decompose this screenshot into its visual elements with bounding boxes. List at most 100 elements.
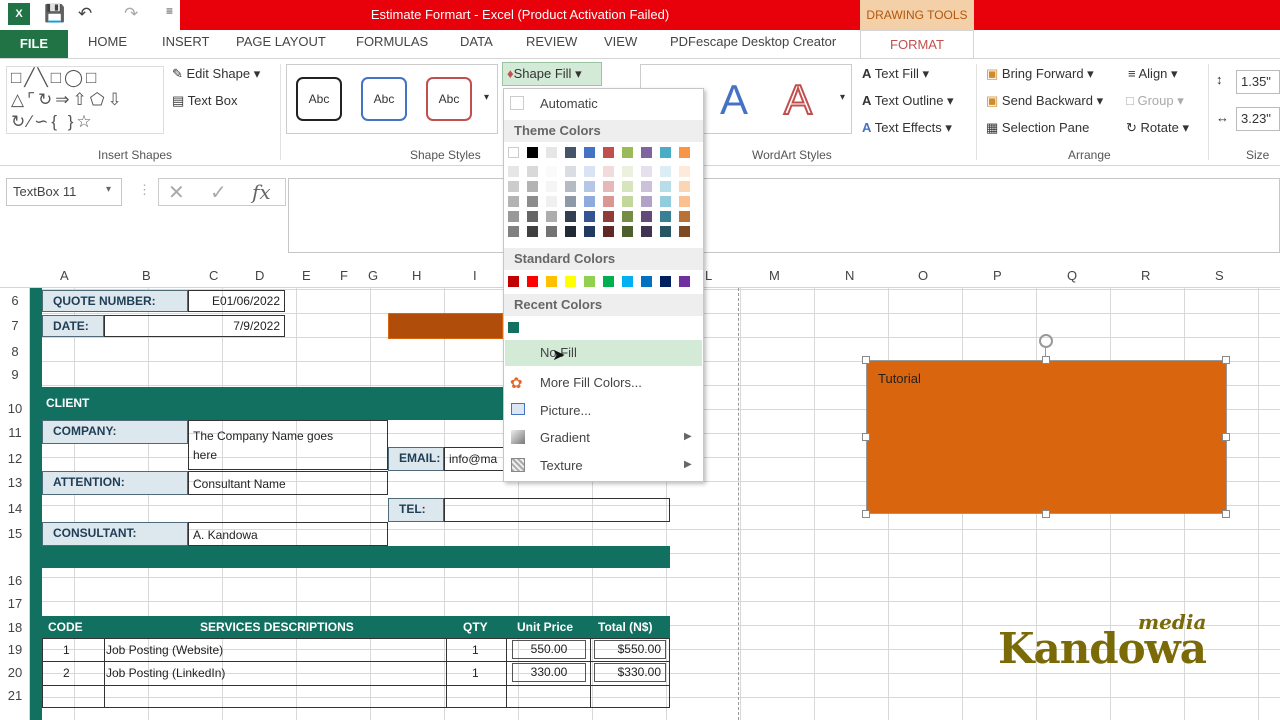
theme-shade-swatch[interactable] bbox=[546, 196, 557, 207]
formula-input[interactable] bbox=[288, 178, 1280, 253]
enter-icon[interactable]: ✓ bbox=[210, 180, 227, 205]
theme-shade-swatch[interactable] bbox=[565, 211, 576, 222]
consultant-cell[interactable]: A. Kandowa bbox=[188, 522, 388, 546]
resize-handle[interactable] bbox=[1042, 510, 1050, 518]
col-c[interactable]: C bbox=[209, 268, 218, 283]
standard-color-swatch[interactable] bbox=[622, 276, 633, 287]
row-header[interactable]: 9 bbox=[0, 367, 30, 382]
theme-shade-swatch[interactable] bbox=[584, 226, 595, 237]
col-d[interactable]: D bbox=[255, 268, 264, 283]
shape-width-input[interactable]: 3.23" bbox=[1236, 107, 1280, 131]
theme-shade-swatch[interactable] bbox=[603, 226, 614, 237]
tab-view[interactable]: VIEW bbox=[604, 34, 637, 49]
row-header[interactable]: 10 bbox=[0, 401, 30, 416]
col-q[interactable]: Q bbox=[1067, 268, 1077, 283]
col-f[interactable]: F bbox=[340, 268, 348, 283]
theme-shade-swatch[interactable] bbox=[508, 196, 519, 207]
item-1-total[interactable]: $550.00 bbox=[594, 640, 666, 659]
theme-shade-swatch[interactable] bbox=[603, 181, 614, 192]
item-2-code[interactable]: 2 bbox=[63, 666, 70, 680]
email-cell[interactable]: info@ma bbox=[444, 447, 504, 471]
row-header[interactable]: 20 bbox=[0, 665, 30, 680]
customize-qat-icon[interactable]: ≡ bbox=[166, 4, 173, 18]
name-box-dropdown-icon[interactable]: ▾ bbox=[106, 184, 111, 195]
item-1-desc[interactable]: Job Posting (Website) bbox=[106, 643, 223, 657]
col-i[interactable]: I bbox=[473, 268, 477, 283]
theme-color-swatch[interactable] bbox=[679, 147, 690, 158]
item-2-total[interactable]: $330.00 bbox=[594, 663, 666, 682]
texture-item[interactable]: Texture bbox=[540, 458, 583, 473]
text-outline-button[interactable]: A Text Outline ▾ bbox=[862, 93, 954, 109]
shape-height-input[interactable]: 1.35" bbox=[1236, 70, 1280, 94]
col-m[interactable]: M bbox=[769, 268, 780, 283]
save-icon[interactable]: 💾 bbox=[44, 4, 65, 24]
col-o[interactable]: O bbox=[918, 268, 928, 283]
gallery-more-icon[interactable]: ▾ bbox=[484, 92, 489, 103]
wordart-blue[interactable]: A bbox=[720, 76, 748, 124]
item-2-qty[interactable]: 1 bbox=[472, 666, 479, 680]
shapes-gallery[interactable]: □╱╲□◯□ △⌜↻⇒⇧⬠⇩ ↻∕∽{ }☆ bbox=[6, 66, 164, 134]
theme-shade-swatch[interactable] bbox=[584, 166, 595, 177]
theme-shade-swatch[interactable] bbox=[527, 196, 538, 207]
more-fill-colors-item[interactable]: More Fill Colors... bbox=[540, 375, 642, 390]
item-2-price[interactable]: 330.00 bbox=[512, 663, 586, 682]
theme-color-swatch[interactable] bbox=[603, 147, 614, 158]
text-fill-button[interactable]: A Text Fill ▾ bbox=[862, 66, 929, 82]
standard-color-swatch[interactable] bbox=[565, 276, 576, 287]
theme-shade-swatch[interactable] bbox=[546, 181, 557, 192]
item-2-desc[interactable]: Job Posting (LinkedIn) bbox=[106, 666, 225, 680]
row-header[interactable]: 18 bbox=[0, 620, 30, 635]
tab-formulas[interactable]: FORMULAS bbox=[356, 34, 428, 49]
standard-color-swatch[interactable] bbox=[546, 276, 557, 287]
wordart-more-icon[interactable]: ▾ bbox=[840, 92, 845, 103]
standard-color-swatch[interactable] bbox=[527, 276, 538, 287]
insert-function-icon[interactable]: fx bbox=[252, 180, 271, 204]
tab-format[interactable]: FORMAT bbox=[860, 30, 974, 59]
theme-color-swatch[interactable] bbox=[584, 147, 595, 158]
theme-shade-swatch[interactable] bbox=[527, 166, 538, 177]
text-effects-button[interactable]: A Text Effects ▾ bbox=[862, 120, 952, 136]
date-cell[interactable]: 7/9/2022 bbox=[104, 315, 285, 337]
no-fill-item[interactable] bbox=[505, 340, 702, 366]
theme-shade-swatch[interactable] bbox=[679, 196, 690, 207]
theme-color-swatch[interactable] bbox=[508, 147, 519, 158]
edit-shape-button[interactable]: ✎ Edit Shape ▾ bbox=[172, 66, 260, 82]
theme-shade-swatch[interactable] bbox=[660, 211, 671, 222]
theme-shade-swatch[interactable] bbox=[660, 196, 671, 207]
theme-shade-swatch[interactable] bbox=[565, 196, 576, 207]
name-box[interactable]: TextBox 11 bbox=[6, 178, 122, 206]
theme-shade-swatch[interactable] bbox=[546, 166, 557, 177]
row-header[interactable]: 15 bbox=[0, 526, 30, 541]
standard-color-swatch[interactable] bbox=[641, 276, 652, 287]
theme-shade-swatch[interactable] bbox=[584, 211, 595, 222]
tab-data[interactable]: DATA bbox=[460, 34, 493, 49]
resize-handle[interactable] bbox=[862, 356, 870, 364]
shape-style-red[interactable]: Abc bbox=[426, 77, 472, 121]
theme-shade-swatch[interactable] bbox=[679, 211, 690, 222]
selection-pane-button[interactable]: ▦ Selection Pane bbox=[986, 120, 1089, 136]
col-r[interactable]: R bbox=[1141, 268, 1150, 283]
recent-color-swatch[interactable] bbox=[508, 322, 519, 333]
theme-shade-swatch[interactable] bbox=[508, 226, 519, 237]
theme-shade-swatch[interactable] bbox=[508, 166, 519, 177]
theme-shade-swatch[interactable] bbox=[527, 226, 538, 237]
theme-shade-swatch[interactable] bbox=[660, 166, 671, 177]
align-button[interactable]: ≡ Align ▾ bbox=[1128, 66, 1178, 82]
item-1-code[interactable]: 1 bbox=[63, 643, 70, 657]
resize-handle[interactable] bbox=[862, 510, 870, 518]
theme-shade-swatch[interactable] bbox=[679, 181, 690, 192]
tutorial-text[interactable]: Tutorial bbox=[878, 371, 921, 386]
row-header[interactable]: 11 bbox=[0, 425, 30, 440]
item-1-qty[interactable]: 1 bbox=[472, 643, 479, 657]
standard-color-swatch[interactable] bbox=[660, 276, 671, 287]
tab-page-layout[interactable]: PAGE LAYOUT bbox=[236, 34, 326, 49]
redo-icon[interactable]: ↷ bbox=[124, 4, 138, 24]
row-header[interactable]: 14 bbox=[0, 501, 30, 516]
rotate-button[interactable]: ↻ Rotate ▾ bbox=[1126, 120, 1189, 136]
company-cell[interactable]: The Company Name goes here bbox=[188, 420, 388, 470]
theme-shade-swatch[interactable] bbox=[641, 211, 652, 222]
col-p[interactable]: P bbox=[993, 268, 1002, 283]
wordart-red[interactable]: A bbox=[783, 75, 813, 124]
theme-shade-swatch[interactable] bbox=[527, 181, 538, 192]
item-1-price[interactable]: 550.00 bbox=[512, 640, 586, 659]
